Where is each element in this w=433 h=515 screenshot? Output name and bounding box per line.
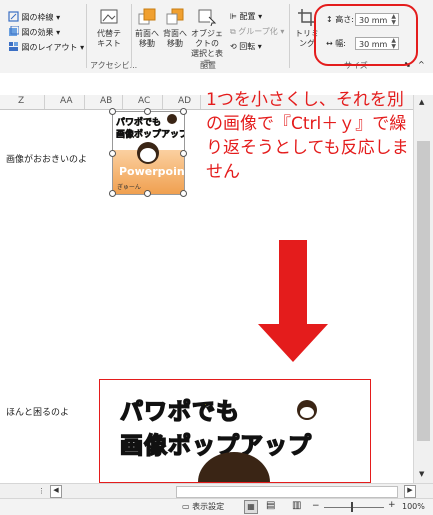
chevron-down-icon: ▾ — [56, 28, 61, 37]
scroll-down-icon[interactable]: ▼ — [419, 470, 424, 478]
alt-text-label-1: 代替テ — [97, 29, 121, 38]
face-detail-icon — [300, 407, 314, 418]
column-divider — [200, 95, 201, 109]
face-icon — [167, 114, 177, 124]
display-settings-label: 表示設定 — [192, 502, 225, 511]
chevron-down-icon: ▾ — [56, 13, 61, 22]
column-header[interactable]: AC — [138, 96, 150, 106]
zoom-in-icon[interactable]: + — [388, 500, 396, 510]
large-picture[interactable]: パワポでも 画像ポップアップ — [99, 379, 371, 483]
send-backward-label-1: 背面へ — [163, 29, 187, 38]
selection-pane-icon — [197, 9, 217, 28]
small-picture[interactable]: パワポでも 画像ポップアップ Powerpoint ぎゅーん — [112, 111, 185, 195]
scroll-up-icon[interactable]: ▲ — [419, 98, 424, 106]
column-divider — [162, 95, 163, 109]
chevron-down-icon: ▾ — [258, 12, 263, 21]
align-label: 配置 — [239, 12, 256, 21]
vertical-scrollbar[interactable]: ▲ ▼ — [413, 95, 433, 483]
picture-layout-icon — [8, 41, 19, 54]
page-break-view-icon[interactable]: ▥ — [292, 500, 301, 511]
character-face-icon — [140, 148, 156, 162]
column-header[interactable]: AD — [178, 96, 191, 106]
align-icon: ⊫ — [230, 12, 237, 21]
align-button[interactable]: ⊫ 配置 ▾ — [230, 11, 262, 22]
picture-border-button[interactable]: 図の枠線 ▾ — [8, 11, 60, 24]
scroll-right-icon[interactable]: ▶ — [404, 485, 416, 498]
picture-effects-icon — [8, 25, 20, 39]
group-button[interactable]: ⧉ グループ化 ▾ — [230, 26, 284, 37]
zoom-out-icon[interactable]: − — [312, 501, 320, 511]
resize-handle[interactable] — [180, 108, 187, 115]
small-picture-title-2: 画像ポップアップ — [116, 130, 185, 141]
rotate-button[interactable]: ⟲ 回転 ▾ — [230, 41, 262, 52]
group-divider — [289, 4, 290, 68]
alt-text-button[interactable]: 代替テ キスト — [92, 8, 126, 49]
status-bar: ▭ 表示設定 ▦ ▤ ▥ − + 100% — [0, 498, 433, 515]
chevron-down-icon: ▾ — [257, 42, 262, 51]
display-settings-button[interactable]: ▭ 表示設定 — [182, 501, 224, 512]
column-header[interactable]: AB — [100, 96, 112, 106]
picture-border-label: 図の枠線 — [21, 13, 54, 22]
chevron-down-icon: ▾ — [80, 43, 85, 52]
horizontal-scrollbar-thumb[interactable] — [176, 486, 398, 498]
scroll-left-icon[interactable]: ◀ — [50, 485, 62, 498]
group-divider — [131, 4, 132, 68]
column-divider — [84, 95, 85, 109]
zoom-slider[interactable] — [324, 507, 384, 508]
down-arrow-icon — [258, 240, 328, 367]
small-picture-tag: ぎゅーん — [117, 184, 141, 191]
cell-text[interactable]: 画像がおおきいのよ — [6, 152, 87, 165]
annotation-text: 1つを小さくし、それを別の画像で『Ctrl＋ｙ』で繰り返そうとしても反応しません — [206, 90, 409, 182]
bring-forward-label-1: 前面へ — [135, 29, 159, 38]
collapse-ribbon-icon[interactable]: ^ — [418, 60, 425, 69]
send-backward-label-2: 移動 — [167, 39, 183, 48]
small-picture-brand: Powerpoint — [119, 165, 185, 178]
resize-handle[interactable] — [109, 190, 116, 197]
rotate-label: 回転 — [239, 42, 256, 51]
picture-border-icon — [8, 11, 19, 24]
alt-text-label-2: キスト — [97, 39, 121, 48]
resize-handle[interactable] — [180, 190, 187, 197]
column-header[interactable]: Z — [18, 96, 24, 106]
column-divider — [44, 95, 45, 109]
picture-effects-button[interactable]: 図の効果 ▾ — [8, 25, 61, 39]
group-icon: ⧉ — [230, 27, 236, 36]
horizontal-scrollbar[interactable]: ⋮ ◀ ▶ — [0, 483, 433, 499]
display-settings-icon: ▭ — [182, 502, 190, 511]
column-header[interactable]: AA — [60, 96, 73, 106]
column-divider — [122, 95, 123, 109]
resize-handle[interactable] — [144, 108, 151, 115]
alt-text-icon — [99, 9, 119, 28]
resize-handle[interactable] — [180, 150, 187, 157]
cell-text[interactable]: ほんと困るのよ — [6, 405, 69, 418]
arrange-group-label: 配置 — [200, 61, 216, 70]
picture-layout-button[interactable]: 図のレイアウト ▾ — [8, 41, 84, 54]
resize-handle[interactable] — [144, 190, 151, 197]
zoom-slider-thumb[interactable] — [351, 502, 353, 512]
normal-view-icon[interactable]: ▦ — [244, 500, 258, 514]
large-picture-title-1: パワポでも — [119, 398, 240, 426]
picture-effects-label: 図の効果 — [21, 28, 54, 37]
zoom-level[interactable]: 100% — [402, 502, 425, 511]
group-label: グループ化 — [238, 27, 278, 36]
resize-handle[interactable] — [109, 108, 116, 115]
group-divider — [86, 4, 87, 68]
page-layout-view-icon[interactable]: ▤ — [266, 500, 275, 511]
bring-forward-label-2: 移動 — [139, 39, 155, 48]
rotate-icon: ⟲ — [230, 42, 237, 51]
resize-handle[interactable] — [109, 150, 116, 157]
selection-pane-label-1: オブジェクトの — [191, 29, 223, 48]
scrollbar-thumb[interactable] — [417, 141, 430, 441]
send-backward-button[interactable]: 背面へ 移動 — [161, 8, 189, 49]
dots-icon: ⋮ — [38, 487, 45, 495]
bring-forward-button[interactable]: 前面へ 移動 — [133, 8, 161, 49]
send-backward-icon — [165, 8, 185, 28]
picture-layout-label: 図のレイアウト — [21, 43, 78, 52]
chevron-down-icon: ▾ — [280, 27, 285, 36]
size-highlight-oval — [314, 4, 418, 66]
bring-forward-icon — [137, 8, 157, 28]
